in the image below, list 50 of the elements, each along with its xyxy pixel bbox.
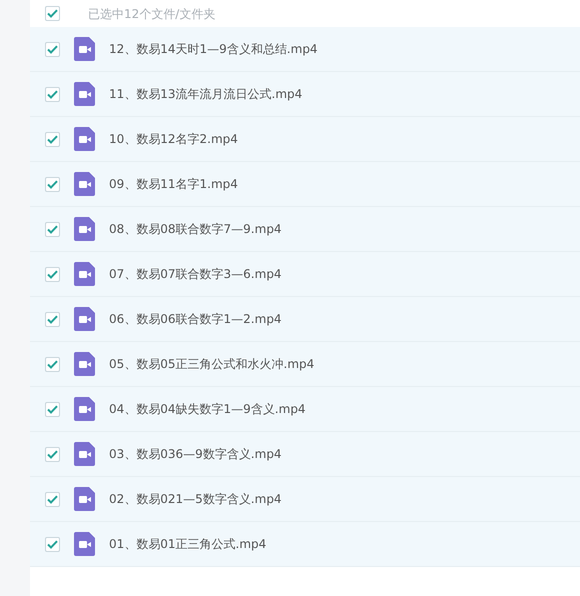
video-file-icon [74,262,95,286]
video-file-icon [74,37,95,61]
video-file-icon [74,352,95,376]
video-file-icon [74,172,95,196]
file-name: 07、数易07联合数字3—6.mp4 [109,266,282,283]
file-name: 08、数易08联合数字7—9.mp4 [109,221,282,238]
file-name: 02、数易021—5数字含义.mp4 [109,491,282,508]
checkbox[interactable] [45,86,60,102]
selection-count: 已选中12个文件/文件夹 [88,6,216,22]
file-name: 10、数易12名字2.mp4 [109,131,238,148]
checkbox[interactable] [45,446,60,462]
file-row[interactable]: 05、数易05正三角公式和水火冲.mp4 [30,342,580,387]
file-row[interactable]: 09、数易11名字1.mp4 [30,162,580,207]
checkbox[interactable] [45,312,60,326]
file-name: 06、数易06联合数字1—2.mp4 [109,311,282,328]
file-name: 03、数易036—9数字含义.mp4 [109,446,282,463]
video-file-icon [74,82,95,106]
video-file-icon [74,127,95,151]
file-row[interactable]: 07、数易07联合数字3—6.mp4 [30,252,580,297]
file-name: 01、数易01正三角公式.mp4 [109,536,266,553]
file-name: 09、数易11名字1.mp4 [109,176,238,193]
checkbox[interactable] [45,266,60,282]
file-row[interactable]: 08、数易08联合数字7—9.mp4 [30,207,580,252]
video-file-icon [74,487,95,511]
file-row[interactable]: 06、数易06联合数字1—2.mp4 [30,297,580,342]
file-name: 12、数易14天时1—9含义和总结.mp4 [109,41,318,58]
file-row[interactable]: 02、数易021—5数字含义.mp4 [30,477,580,522]
checkbox[interactable] [45,356,60,372]
video-file-icon [74,442,95,466]
video-file-icon [74,532,95,556]
file-row[interactable]: 10、数易12名字2.mp4 [30,117,580,162]
checkbox[interactable] [45,402,60,416]
video-file-icon [74,217,95,241]
file-name: 05、数易05正三角公式和水火冲.mp4 [109,356,314,373]
checkbox[interactable] [45,42,60,56]
video-file-icon [74,397,95,421]
checkbox[interactable] [45,6,60,21]
file-row[interactable]: 12、数易14天时1—9含义和总结.mp4 [30,27,580,72]
file-row[interactable]: 03、数易036—9数字含义.mp4 [30,432,580,477]
checkbox[interactable] [45,132,60,146]
file-name: 11、数易13流年流月流日公式.mp4 [109,86,302,103]
checkbox[interactable] [45,222,60,236]
checkbox[interactable] [45,492,60,506]
file-row[interactable]: 11、数易13流年流月流日公式.mp4 [30,72,580,117]
checkbox[interactable] [45,536,60,552]
file-row[interactable]: 04、数易04缺失数字1—9含义.mp4 [30,387,580,432]
checkbox[interactable] [45,176,60,192]
file-name: 04、数易04缺失数字1—9含义.mp4 [109,401,306,418]
video-file-icon [74,307,95,331]
file-row[interactable]: 01、数易01正三角公式.mp4 [30,522,580,567]
